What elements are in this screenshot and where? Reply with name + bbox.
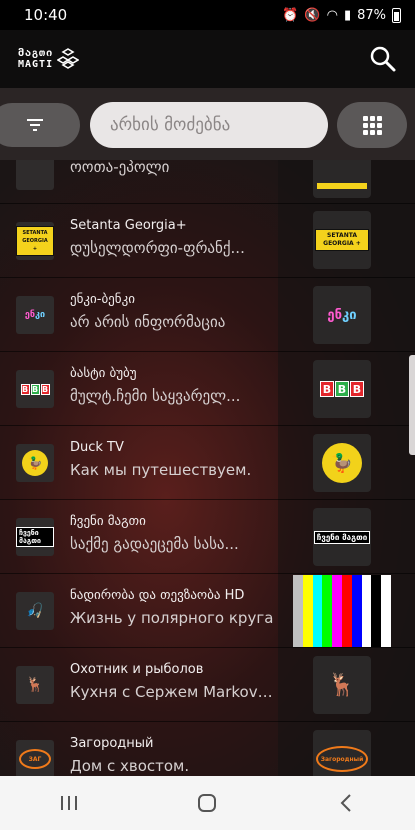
- channel-logo: 🎣: [16, 592, 54, 630]
- app-logo: მაგთი MAGTI: [18, 48, 80, 70]
- channel-title: Загородный: [70, 736, 154, 751]
- logo-lat-text: MAGTI: [18, 59, 54, 70]
- channel-title: ბასტი ბუბუ: [70, 366, 137, 381]
- program-thumbnail: [313, 160, 371, 198]
- channel-logo: ЗАГ: [16, 740, 54, 776]
- channel-title: Duck TV: [70, 440, 124, 455]
- program-title: Жизнь у полярного круга: [70, 609, 274, 627]
- program-thumbnail: 🦆: [313, 434, 371, 492]
- wifi-icon: ◠: [326, 7, 338, 23]
- filter-button[interactable]: [0, 103, 80, 147]
- toolbar: არხის მოძებნა: [0, 88, 415, 160]
- channel-title: Охотник и рыболов: [70, 662, 204, 677]
- channel-title: ნადირობა და თევზაობა HD: [70, 588, 245, 603]
- channel-list: ოოთა-ეპოლი SETANTA GEORGIA + Setanta Geor…: [0, 160, 415, 776]
- channel-title: Setanta Georgia+: [70, 218, 187, 233]
- program-thumbnail: 🦌: [313, 656, 371, 714]
- program-title: საქმე გადაეცემა სასა...: [70, 535, 239, 553]
- channel-row[interactable]: ჩვენი მაგთი ჩვენი მაგთი საქმე გადაეცემა …: [0, 500, 415, 574]
- program-thumbnail: ენ კი: [313, 286, 371, 344]
- channel-row[interactable]: 🦌 Охотник и рыболов Кухня с Сержем Marko…: [0, 648, 415, 722]
- app-header: მაგთი MAGTI: [0, 30, 415, 88]
- channel-search-input[interactable]: არხის მოძებნა: [90, 102, 328, 148]
- battery-percent: 87%: [357, 7, 386, 23]
- setanta-logo: SETANTA GEORGIA +: [315, 229, 369, 251]
- home-icon[interactable]: [177, 783, 237, 823]
- channel-row[interactable]: BBB ბასტი ბუბუ მულტ.ჩემი საყვარელ... BBB: [0, 352, 415, 426]
- program-title: Дом с хвостом.: [70, 757, 190, 775]
- channel-title: ჩვენი მაგთი: [70, 514, 146, 529]
- channel-row[interactable]: 🎣 ნადირობა და თევზაობა HD Жизнь у полярн…: [0, 574, 415, 648]
- status-time: 10:40: [24, 6, 68, 24]
- program-thumbnail: BBB: [313, 360, 371, 418]
- channel-logo: ჩვენი მაგთი: [16, 518, 54, 556]
- channel-logo: [16, 160, 54, 190]
- system-nav-bar: [0, 776, 415, 830]
- status-icons: ⏰ 🔇 ◠ ▮ 87%: [282, 7, 401, 23]
- search-icon[interactable]: [369, 45, 397, 73]
- channel-logo: 🦌: [16, 666, 54, 704]
- recents-icon[interactable]: [39, 783, 99, 823]
- filter-icon: [27, 119, 43, 131]
- channel-row[interactable]: ЗАГ Загородный Дом с хвостом. Загородный: [0, 722, 415, 776]
- edge-scroll-handle[interactable]: [409, 355, 415, 455]
- program-title: დუსელდორფი-ფრანქ...: [70, 239, 245, 257]
- channel-title: ენკი-ბენკი: [70, 292, 135, 307]
- channel-row[interactable]: 🦆 Duck TV Как мы путешествуем. 🦆: [0, 426, 415, 500]
- channel-logo: BBB: [16, 370, 54, 408]
- channel-row[interactable]: ოოთა-ეპოლი: [0, 160, 415, 204]
- status-bar: 10:40 ⏰ 🔇 ◠ ▮ 87%: [0, 0, 415, 30]
- channel-logo: ენ კი: [16, 296, 54, 334]
- program-title: არ არის ინფორმაცია: [70, 313, 226, 331]
- logo-geo-text: მაგთი: [18, 48, 54, 59]
- program-thumbnail: Загородный: [313, 730, 371, 776]
- alarm-icon: ⏰: [282, 7, 299, 23]
- program-thumbnail: SETANTA GEORGIA +: [313, 211, 371, 269]
- zagorodny-logo: Загородный: [316, 746, 368, 772]
- mute-icon: 🔇: [304, 7, 321, 23]
- channel-row[interactable]: SETANTA GEORGIA + Setanta Georgia+ დუსელდ…: [0, 204, 415, 278]
- grid-view-button[interactable]: [337, 102, 407, 148]
- channel-logo: 🦆: [16, 444, 54, 482]
- program-title: Как мы путешествуем.: [70, 461, 252, 479]
- back-icon[interactable]: [316, 783, 376, 823]
- program-title: ოოთა-ეპოლი: [70, 160, 170, 176]
- color-bars-thumbnail: [293, 575, 391, 647]
- magti-cubes-icon: [57, 48, 80, 69]
- channel-logo: SETANTA GEORGIA +: [16, 222, 54, 260]
- program-title: Кухня с Сержем Markovi...: [70, 683, 275, 701]
- program-title: მულტ.ჩემი საყვარელ...: [70, 387, 241, 405]
- program-thumbnail: ჩვენი მაგთი: [313, 508, 371, 566]
- channel-row[interactable]: ენ კი ენკი-ბენკი არ არის ინფორმაცია ენ კი: [0, 278, 415, 352]
- grid-icon: [363, 116, 382, 135]
- battery-icon: [392, 7, 401, 23]
- signal-icon: ▮: [343, 7, 352, 23]
